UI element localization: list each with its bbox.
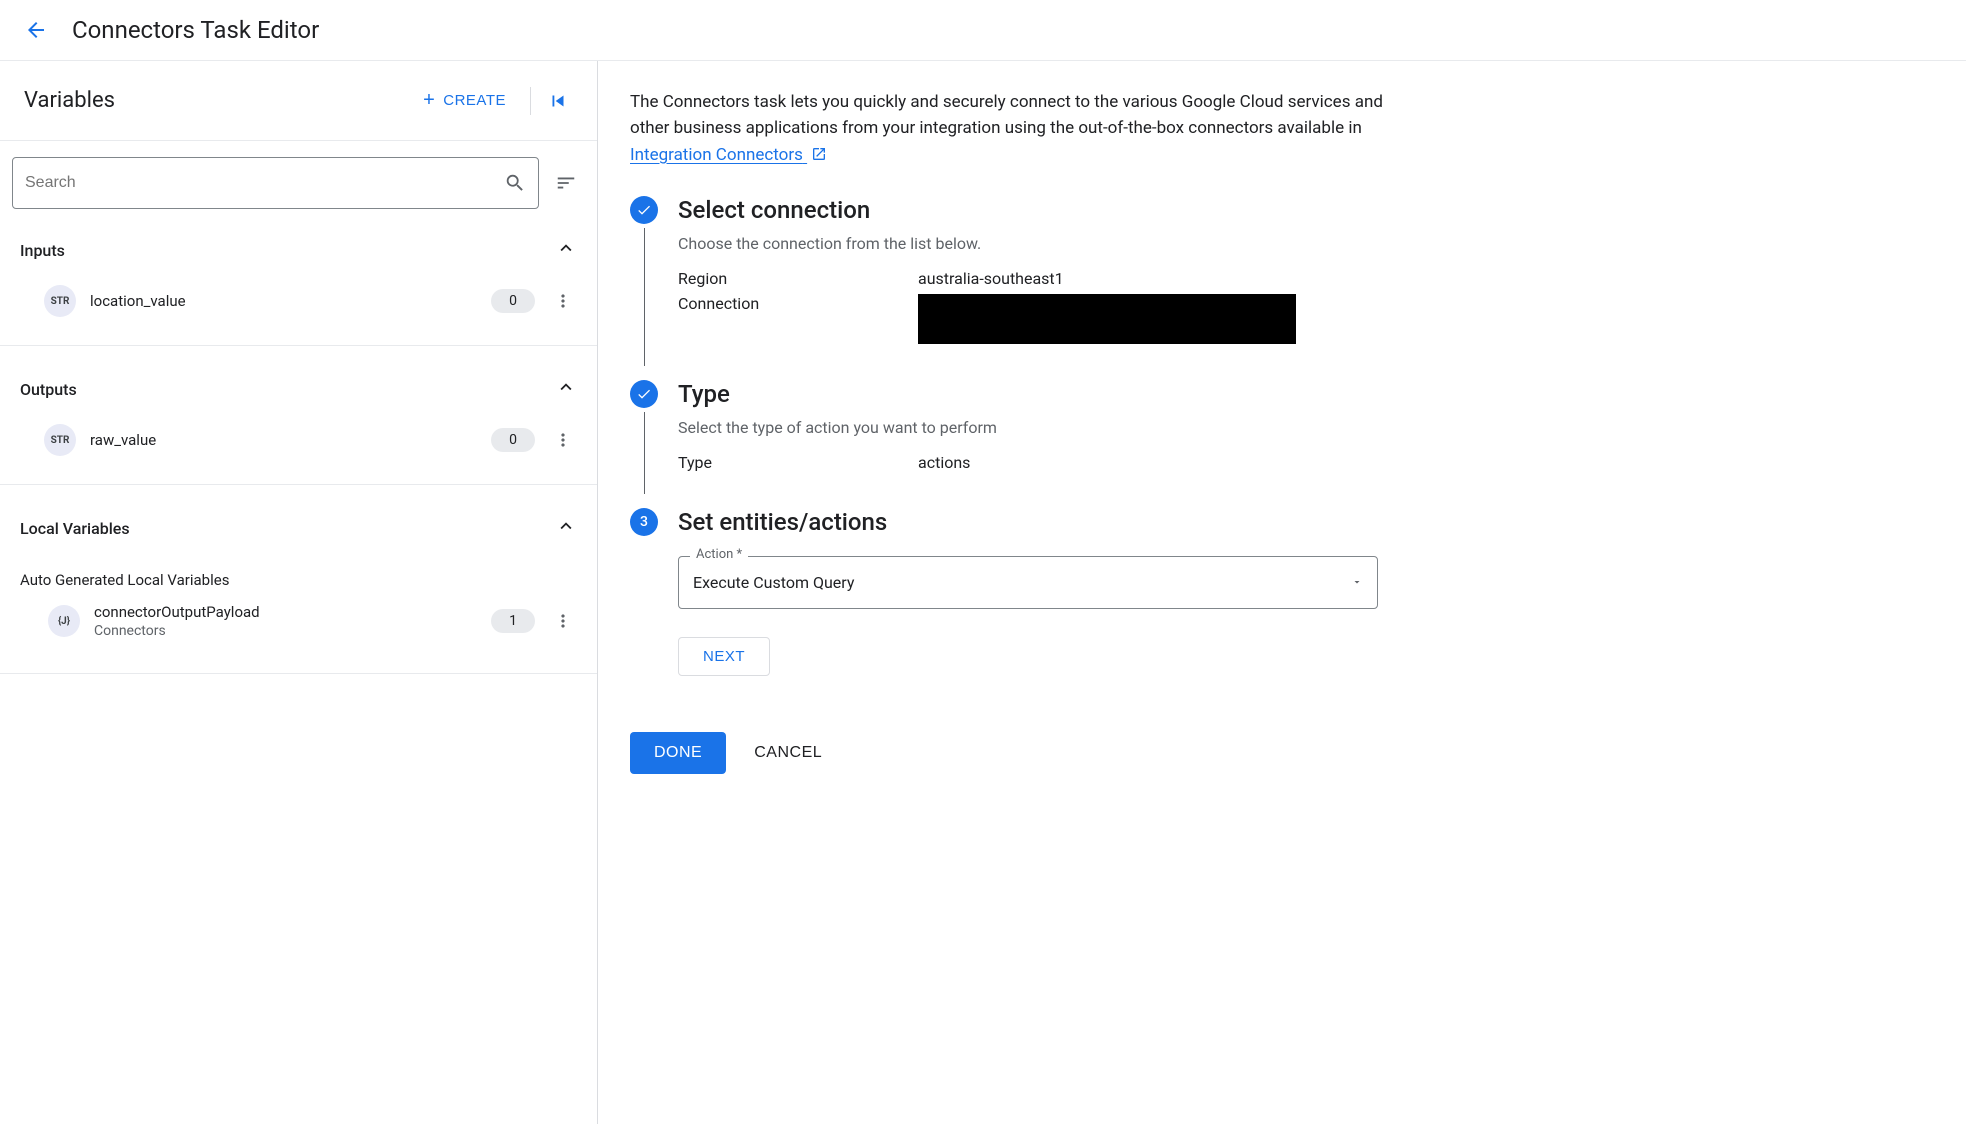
connection-value-redacted <box>918 294 1296 344</box>
back-button[interactable] <box>24 18 48 42</box>
plus-icon: + <box>423 89 435 112</box>
more-menu-button[interactable] <box>549 287 577 315</box>
variable-local-row[interactable]: {J} connectorOutputPayload Connectors 1 <box>0 593 597 649</box>
connection-label: Connection <box>678 294 918 313</box>
more-vert-icon <box>553 430 573 450</box>
search-icon <box>504 172 526 194</box>
divider <box>530 87 531 115</box>
collapse-left-icon <box>547 90 569 112</box>
config-panel: The Connectors task lets you quickly and… <box>598 61 1966 1124</box>
usage-count: 1 <box>491 609 535 633</box>
filter-button[interactable] <box>555 172 585 194</box>
chevron-up-icon <box>555 376 577 402</box>
filter-icon <box>555 172 577 194</box>
more-menu-button[interactable] <box>549 607 577 635</box>
link-text: Integration Connectors <box>630 145 803 165</box>
type-value: actions <box>918 453 970 472</box>
step2-desc: Select the type of action you want to pe… <box>678 418 1934 437</box>
collapse-panel-button[interactable] <box>543 86 573 116</box>
step2-title: Type <box>678 380 1934 408</box>
variable-output-row[interactable]: STR raw_value 0 <box>0 414 597 466</box>
action-field-label: Action * <box>690 547 748 562</box>
chevron-up-icon <box>555 515 577 541</box>
region-value: australia-southeast1 <box>918 269 1064 288</box>
type-badge: STR <box>44 285 76 317</box>
variable-name: connectorOutputPayload <box>94 603 477 621</box>
done-label: DONE <box>654 744 702 761</box>
intro-prefix: The Connectors task lets you quickly and… <box>630 92 1383 138</box>
cancel-label: CANCEL <box>754 744 822 761</box>
type-label: Type <box>678 453 918 472</box>
more-vert-icon <box>553 611 573 631</box>
integration-connectors-link[interactable]: Integration Connectors <box>630 145 827 165</box>
step1-title: Select connection <box>678 196 1934 224</box>
next-label: NEXT <box>703 648 745 665</box>
inputs-title: Inputs <box>20 241 65 260</box>
create-button[interactable]: + CREATE <box>411 81 518 120</box>
variables-heading: Variables <box>24 88 115 113</box>
step3-indicator: 3 <box>630 508 658 536</box>
usage-count: 0 <box>491 428 535 452</box>
region-label: Region <box>678 269 918 288</box>
search-field[interactable] <box>12 157 539 209</box>
local-section-header[interactable]: Local Variables <box>0 503 597 553</box>
step1-desc: Choose the connection from the list belo… <box>678 234 1934 253</box>
type-badge: STR <box>44 424 76 456</box>
local-subtitle: Auto Generated Local Variables <box>20 571 229 589</box>
outputs-title: Outputs <box>20 380 77 399</box>
outputs-section-header[interactable]: Outputs <box>0 364 597 414</box>
variable-input-row[interactable]: STR location_value 0 <box>0 275 597 327</box>
action-value: Execute Custom Query <box>693 573 854 592</box>
type-badge: {J} <box>48 605 80 637</box>
more-menu-button[interactable] <box>549 426 577 454</box>
chevron-up-icon <box>555 237 577 263</box>
step1-indicator <box>630 196 658 224</box>
chevron-down-icon <box>1351 573 1363 592</box>
variables-panel: Variables + CREATE <box>0 61 598 1124</box>
variable-name: raw_value <box>90 431 477 449</box>
variable-name: location_value <box>90 292 477 310</box>
cancel-button[interactable]: CANCEL <box>754 732 822 774</box>
variable-subtitle: Connectors <box>94 623 477 639</box>
search-input[interactable] <box>25 174 504 192</box>
inputs-section-header[interactable]: Inputs <box>0 225 597 275</box>
done-button[interactable]: DONE <box>630 732 726 774</box>
step3-title: Set entities/actions <box>678 508 1934 536</box>
check-icon <box>636 202 652 218</box>
intro-text: The Connectors task lets you quickly and… <box>630 89 1390 168</box>
next-button[interactable]: NEXT <box>678 637 770 676</box>
step2-indicator <box>630 380 658 408</box>
check-icon <box>636 386 652 402</box>
action-select[interactable]: Execute Custom Query <box>678 556 1378 609</box>
arrow-left-icon <box>24 18 48 42</box>
page-title: Connectors Task Editor <box>72 16 319 44</box>
more-vert-icon <box>553 291 573 311</box>
external-link-icon <box>811 146 827 162</box>
create-label: CREATE <box>443 92 506 109</box>
local-title: Local Variables <box>20 519 130 538</box>
usage-count: 0 <box>491 289 535 313</box>
